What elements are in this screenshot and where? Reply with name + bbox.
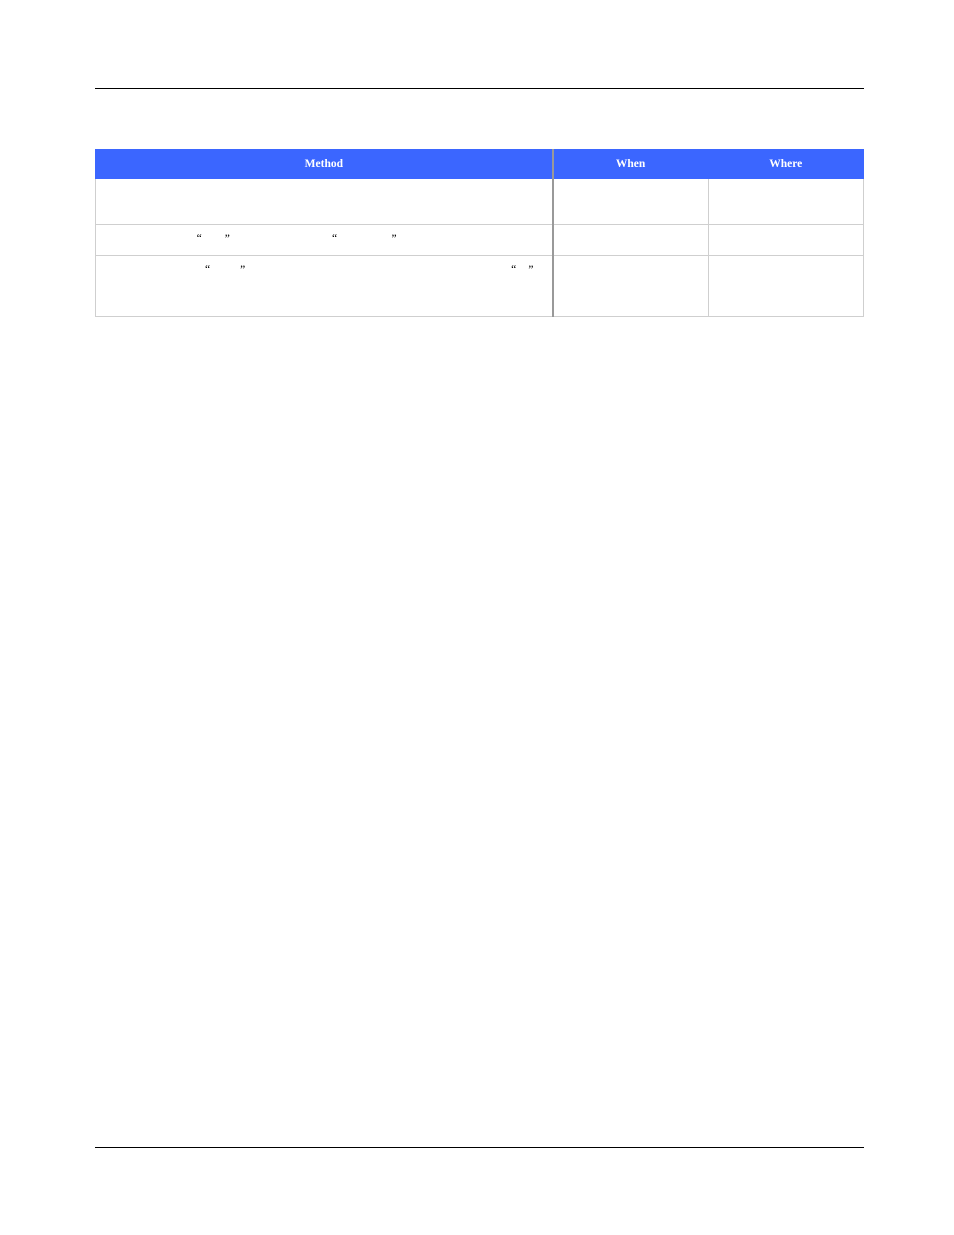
open-quote-icon: “ [197, 233, 202, 245]
col-header-where: Where [708, 150, 863, 179]
table-row: Correlate measured “burst” transients ag… [96, 225, 864, 256]
cell-method: Apply Johnson-Cook “failure” criteria ac… [96, 255, 553, 317]
footer-disclaimer: Use or disclosure of data contained on t… [95, 1154, 484, 1165]
cell-when: Phase 3 (Wk 30–41) [553, 255, 708, 317]
header-left: Volume II: Technical [95, 72, 191, 84]
cell-text: Derive peak power from peak torque using… [104, 187, 525, 215]
cell-when: Phase 2 (Wk 18) [553, 225, 708, 256]
open-quote-icon: “ [332, 233, 337, 245]
requirements-table: Method When Where Derive peak power from… [95, 149, 864, 317]
col-header-method: Method [96, 150, 553, 179]
close-quote-icon: ” [240, 264, 245, 276]
cell-when: Phase 2 (Wk 14–22) [553, 179, 708, 225]
cell-method: Correlate measured “burst” transients ag… [96, 225, 553, 256]
table-row: Apply Johnson-Cook “failure” criteria ac… [96, 255, 864, 317]
open-quote-icon: “ [511, 264, 516, 276]
cell-method: Derive peak power from peak torque using… [96, 179, 553, 225]
page: Volume II: Technical Section L.3.1: Ligh… [0, 0, 954, 1235]
header-right: Section L.3.1: Light Helicopters II [712, 72, 864, 84]
cell-where: Sec. 3.4.3 [708, 225, 863, 256]
page-header: Volume II: Technical Section L.3.1: Ligh… [95, 60, 864, 84]
cell-where: Sec. 3.6; App. D [708, 255, 863, 317]
close-quote-icon: ” [528, 264, 533, 276]
table-container: Method When Where Derive peak power from… [95, 149, 864, 317]
open-quote-icon: “ [205, 264, 210, 276]
col-header-when: When [553, 150, 708, 179]
header-rule [95, 88, 864, 89]
close-quote-icon: ” [391, 233, 396, 245]
table-row: Derive peak power from peak torque using… [96, 179, 864, 225]
cell-where: Sec. 3.4.1; App. B-2 [708, 179, 863, 225]
close-quote-icon: ” [225, 233, 230, 245]
footer-page-number: II-17 [843, 1154, 864, 1165]
page-footer: Use or disclosure of data contained on t… [95, 1147, 864, 1165]
table-header-row: Method When Where [96, 150, 864, 179]
